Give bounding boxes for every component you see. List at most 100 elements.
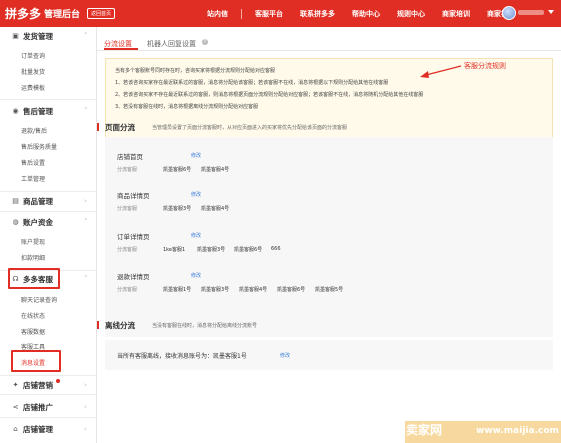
pinduoduo-logo[interactable]: 拼多多 bbox=[5, 5, 41, 22]
edit-link[interactable]: 修改 bbox=[191, 152, 201, 159]
highlight-box-message-settings bbox=[11, 350, 61, 372]
cs-account: 666 bbox=[271, 246, 281, 252]
chevron-down-icon[interactable] bbox=[548, 10, 554, 14]
cs-account: 凯墨客服3号 bbox=[163, 206, 192, 212]
sidebar-item-chat-history[interactable]: 聊天记录查询 bbox=[21, 295, 57, 304]
cs-account: 凯墨客服6号 bbox=[234, 247, 263, 253]
divider bbox=[0, 211, 97, 212]
tab-bot-reply-settings[interactable]: 机器人回复设置 bbox=[147, 39, 196, 49]
nav-divider bbox=[241, 8, 242, 19]
sidebar-item-deductions[interactable]: 扣款明细 bbox=[21, 253, 45, 262]
divider bbox=[0, 417, 97, 418]
page-cs-label: 分流客服 bbox=[117, 167, 138, 173]
chevron-up-icon: ˄ bbox=[84, 275, 88, 283]
tab-divider bbox=[97, 50, 561, 51]
sidebar-item-refunds[interactable]: 退款/售后 bbox=[21, 126, 47, 135]
divider bbox=[0, 394, 97, 395]
nav-customer-service[interactable]: 客服平台 bbox=[255, 9, 283, 19]
sidebar-group-aftersales[interactable]: ◉ 售后管理 ˄ bbox=[0, 104, 97, 118]
user-name-blurred[interactable] bbox=[518, 10, 544, 15]
page-name: 订单详情页 bbox=[117, 233, 150, 241]
nav-training[interactable]: 商家培训 bbox=[442, 9, 470, 19]
shop-icon: ⌂ bbox=[13, 424, 18, 433]
cs-account: 1ke客服1 bbox=[163, 247, 186, 253]
nav-rules[interactable]: 规则中心 bbox=[397, 9, 425, 19]
section-accent bbox=[97, 321, 99, 329]
cs-account: 凯墨客服1号 bbox=[163, 287, 192, 293]
page-name: 店铺首页 bbox=[117, 153, 143, 161]
box-icon: ▤ bbox=[12, 196, 19, 205]
chevron-right-icon: › bbox=[84, 425, 87, 433]
top-nav: 站内信 客服平台 联系拼多多 帮助中心 规则中心 商家培训 商家社区 bbox=[207, 0, 532, 27]
notice-line: 3、若没有客服在线时，消息将根据离线分流规则分配给对应客服 bbox=[115, 104, 259, 110]
gift-icon: ✦ bbox=[12, 380, 19, 389]
sidebar-item-tickets[interactable]: 工单管理 bbox=[21, 174, 45, 183]
page-cs-label: 分流客服 bbox=[117, 287, 138, 293]
sidebar-item-withdraw[interactable]: 账户提现 bbox=[21, 237, 45, 246]
sidebar-item-cs-data[interactable]: 客服数据 bbox=[21, 327, 45, 336]
notification-dot bbox=[56, 379, 60, 383]
sidebar-group-shipping[interactable]: ▣ 发货管理 ˄ bbox=[0, 29, 97, 43]
divider bbox=[0, 191, 97, 192]
page-cs-label: 分流客服 bbox=[117, 247, 138, 253]
sidebar: ▣ 发货管理 ˄ 订单查询 批量发货 运费模板 ◉ 售后管理 ˄ 退款/售后 售… bbox=[0, 27, 97, 443]
divider bbox=[0, 99, 97, 100]
cs-account: 凯墨客服4号 bbox=[239, 287, 268, 293]
annotation-label: 客服分流规则 bbox=[464, 62, 506, 70]
page-name: 退款详情页 bbox=[117, 273, 150, 281]
cs-account: 凯墨客服4号 bbox=[201, 167, 230, 173]
sidebar-group-promotion[interactable]: ⋖ 店铺推广 › bbox=[0, 400, 97, 414]
sidebar-group-label: 账户资金 bbox=[23, 217, 53, 227]
sidebar-group-label: 店铺推广 bbox=[23, 402, 53, 412]
page-name: 商品详情页 bbox=[117, 192, 150, 200]
cs-account: 凯墨客服6号 bbox=[163, 167, 192, 173]
truck-icon: ▣ bbox=[12, 31, 19, 40]
sidebar-group-products[interactable]: ▤ 商品管理 › bbox=[0, 194, 97, 208]
chevron-right-icon: › bbox=[84, 381, 87, 389]
share-icon: ⋖ bbox=[12, 402, 19, 411]
sidebar-group-label: 店铺管理 bbox=[23, 424, 53, 434]
edit-link[interactable]: 修改 bbox=[191, 232, 201, 239]
page-routing-list: 店铺首页 修改 分流客服 凯墨客服6号 凯墨客服4号 商品详情页 修改 分流客服… bbox=[105, 137, 553, 337]
sidebar-item-online-status[interactable]: 在线状态 bbox=[21, 311, 45, 320]
sidebar-item-service-quality[interactable]: 售后服务质量 bbox=[21, 142, 57, 151]
nav-inbox[interactable]: 站内信 bbox=[207, 9, 228, 19]
back-home-button[interactable]: 返回首页 bbox=[87, 8, 116, 19]
offline-routing-box: 当所有客服离线，接收消息账号为：凯墨客服1号 修改 bbox=[105, 340, 553, 370]
sidebar-group-label: 商品管理 bbox=[23, 196, 53, 206]
nav-contact[interactable]: 联系拼多多 bbox=[300, 9, 335, 19]
edit-link[interactable]: 修改 bbox=[280, 352, 290, 359]
cs-account: 凯墨客服3号 bbox=[201, 287, 230, 293]
watermark-url: www.maijia.com bbox=[476, 426, 559, 436]
offline-routing-desc: 当没有客服在线时，消息将分配给离线分流账号 bbox=[152, 323, 258, 329]
chevron-up-icon: ˄ bbox=[84, 107, 88, 115]
refund-icon: ◉ bbox=[12, 106, 19, 115]
page-routing-title: 页面分流 bbox=[105, 123, 135, 132]
page-routing-desc: 当管理员设置了页面分流客服时，从对应页面进入的买家将优先分配给该页面的分流客服 bbox=[152, 125, 348, 131]
admin-title: 管理后台 bbox=[44, 10, 81, 20]
edit-link[interactable]: 修改 bbox=[191, 272, 201, 279]
edit-link[interactable]: 修改 bbox=[191, 191, 201, 198]
nav-help[interactable]: 帮助中心 bbox=[352, 9, 380, 19]
sidebar-group-label: 店铺营销 bbox=[23, 380, 53, 390]
notice-line: 当有多个客服账号同时存在时，咨询买家将根据分流规则分配给对应客服 bbox=[115, 68, 276, 74]
sidebar-group-shop[interactable]: ⌂ 店铺管理 › bbox=[0, 422, 97, 436]
user-avatar[interactable] bbox=[502, 6, 516, 20]
sidebar-group-marketing[interactable]: ✦ 店铺营销 › bbox=[0, 378, 97, 392]
wallet-icon: ◍ bbox=[12, 217, 19, 226]
main-content: 分流设置 机器人回复设置 ? 当有多个客服账号同时存在时，咨询买家将根据分流规则… bbox=[97, 27, 561, 443]
help-icon[interactable]: ? bbox=[202, 39, 208, 45]
sidebar-item-freight-template[interactable]: 运费模板 bbox=[21, 83, 45, 92]
cs-account: 凯墨客服5号 bbox=[315, 287, 344, 293]
chevron-up-icon: ˄ bbox=[84, 32, 88, 40]
sidebar-item-order-query[interactable]: 订单查询 bbox=[21, 51, 45, 60]
sidebar-item-aftersales-settings[interactable]: 售后设置 bbox=[21, 158, 45, 167]
notice-line: 1、若该咨询买家存在最近联系过的客服，消息将分配给该客服；若该客服不在线，消息将… bbox=[115, 80, 389, 86]
cs-account: 凯墨客服6号 bbox=[277, 287, 306, 293]
section-accent bbox=[97, 123, 99, 131]
offline-account-text: 当所有客服离线，接收消息账号为：凯墨客服1号 bbox=[117, 353, 247, 360]
sidebar-item-batch-ship[interactable]: 批量发货 bbox=[21, 67, 45, 76]
sidebar-group-funds[interactable]: ◍ 账户资金 ˄ bbox=[0, 215, 97, 229]
chevron-right-icon: › bbox=[84, 403, 87, 411]
chevron-up-icon: ˄ bbox=[84, 218, 88, 226]
